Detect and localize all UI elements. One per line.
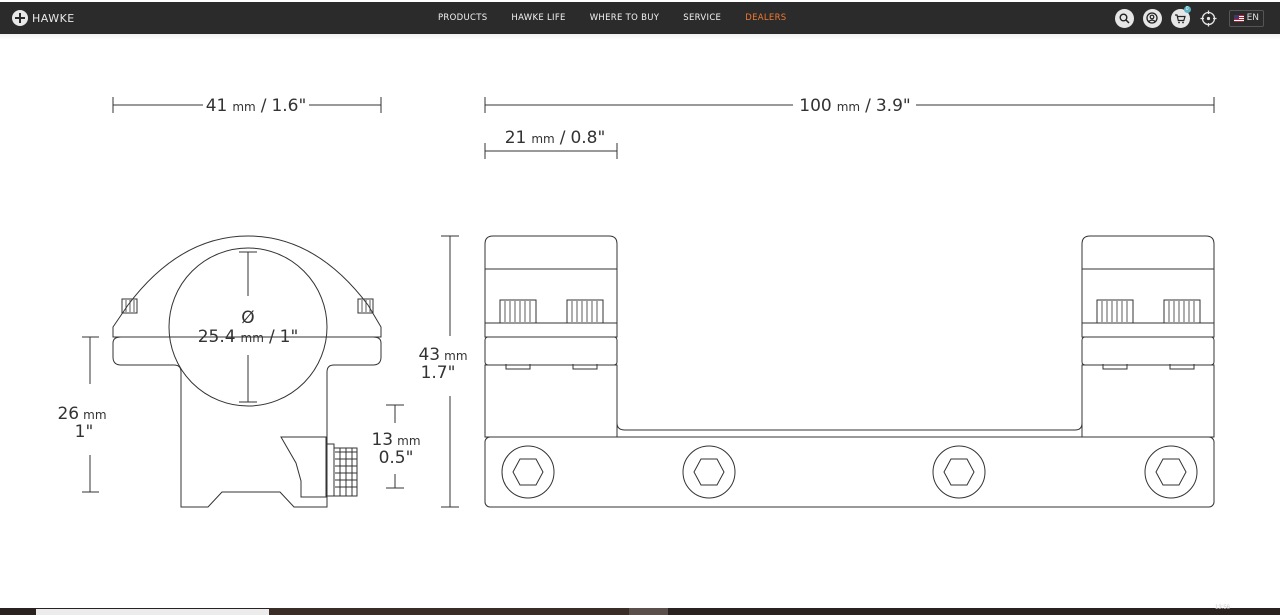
base-length-label: 100 mm/3.9" xyxy=(799,96,910,116)
top-bar: HAWKE PRODUCTS HAWKE LIFE WHERE TO BUY S… xyxy=(0,0,1280,35)
base-height-imperial: 0.5" xyxy=(379,448,414,468)
account-icon xyxy=(1146,12,1158,24)
clock-readout: 13:56 xyxy=(1214,605,1230,611)
language-selector[interactable]: EN xyxy=(1228,9,1264,27)
center-height-imperial: 1" xyxy=(75,422,94,442)
account-button[interactable] xyxy=(1142,8,1162,28)
nav-item-hawke-life[interactable]: HAWKE LIFE xyxy=(511,13,565,23)
cart-count-badge: 0 xyxy=(1183,5,1191,13)
nav-item-where-to-buy[interactable]: WHERE TO BUY xyxy=(590,13,660,23)
tube-diameter-symbol: Ø xyxy=(241,308,254,328)
strip-segment-light xyxy=(36,609,269,615)
language-label: EN xyxy=(1246,13,1259,23)
search-button[interactable] xyxy=(1114,8,1134,28)
brand-name: HAWKE xyxy=(32,11,75,25)
cart-icon xyxy=(1175,13,1186,23)
strip-segment-dark xyxy=(269,608,629,615)
ring-side-view xyxy=(112,235,382,508)
knurl-detail xyxy=(125,300,1195,322)
hawke-logo-icon xyxy=(12,10,28,26)
nav-item-dealers[interactable]: DEALERS xyxy=(745,13,786,23)
nav-menu: PRODUCTS HAWKE LIFE WHERE TO BUY SERVICE… xyxy=(438,2,810,34)
ring-width-label: 41 mm/1.6" xyxy=(206,96,307,116)
total-height-imperial: 1.7" xyxy=(421,363,456,383)
bottom-image-strip: 13:56 xyxy=(0,605,1280,615)
cart-button[interactable]: 0 xyxy=(1170,5,1191,28)
brand-logo[interactable]: HAWKE xyxy=(12,10,75,26)
nav-item-service[interactable]: SERVICE xyxy=(683,13,721,23)
nav-item-products[interactable]: PRODUCTS xyxy=(438,13,487,23)
tube-diameter-label: 25.4 mm/1" xyxy=(198,327,299,347)
store-locator-button[interactable] xyxy=(1199,9,1218,28)
total-height-label: 43 mm xyxy=(418,345,467,365)
center-height-label: 26 mm xyxy=(57,404,106,424)
ring-length-label: 21 mm/0.8" xyxy=(505,128,606,148)
base-height-label: 13 mm xyxy=(371,430,420,450)
dimension-drawing: 41 mm/1.6" 100 mm/3.9" 21 mm/0.8" Ø 25.4 mm /… xyxy=(57,96,1215,508)
strip-segment-mid xyxy=(629,608,668,615)
crosshair-icon xyxy=(1200,10,1217,26)
header-tools: 0 EN xyxy=(1106,5,1264,28)
mount-front-view xyxy=(484,235,1215,508)
us-flag-icon xyxy=(1233,14,1244,22)
main-navigation: HAWKE PRODUCTS HAWKE LIFE WHERE TO BUY S… xyxy=(0,2,1280,34)
search-icon xyxy=(1119,13,1130,24)
